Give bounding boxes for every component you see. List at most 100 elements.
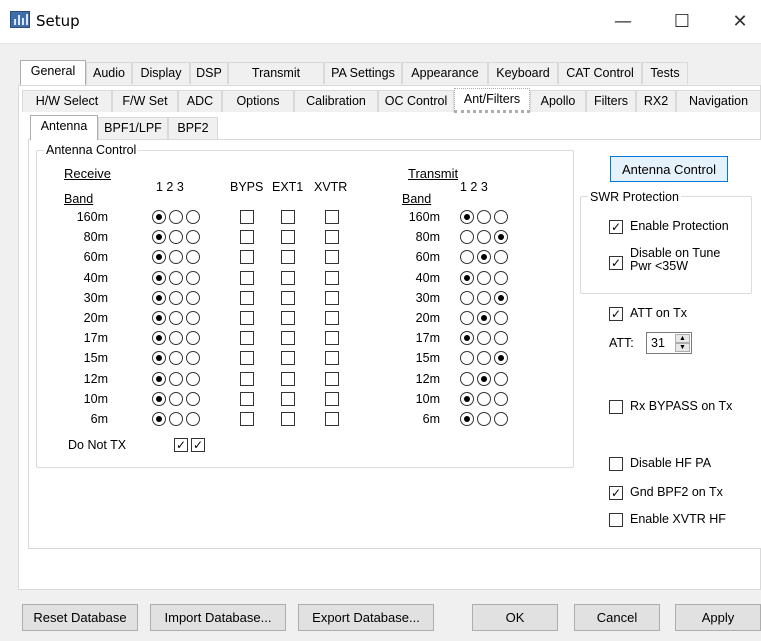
ext1-checkbox[interactable]	[281, 372, 295, 386]
ext1-checkbox[interactable]	[281, 210, 295, 224]
tx-antenna-3-radio[interactable]	[494, 271, 508, 285]
tx-antenna-1-radio[interactable]	[460, 250, 474, 264]
ext1-checkbox[interactable]	[281, 271, 295, 285]
ext1-checkbox[interactable]	[281, 291, 295, 305]
ext1-checkbox[interactable]	[281, 392, 295, 406]
rx-antenna-2-radio[interactable]	[169, 311, 183, 325]
tab-tests[interactable]: Tests	[642, 62, 688, 84]
xvtr-checkbox[interactable]	[325, 230, 339, 244]
rx-antenna-2-radio[interactable]	[169, 372, 183, 386]
rx-antenna-1-radio[interactable]	[152, 271, 166, 285]
xvtr-checkbox[interactable]	[325, 210, 339, 224]
tab-cat-control[interactable]: CAT Control	[558, 62, 642, 84]
import-database-button[interactable]: Import Database...	[150, 604, 286, 631]
rx-antenna-2-radio[interactable]	[169, 351, 183, 365]
tab-navigation[interactable]: Navigation	[676, 90, 761, 112]
tx-antenna-3-radio[interactable]	[494, 311, 508, 325]
enable-protection-checkbox[interactable]: ✓	[609, 220, 623, 234]
rx-antenna-3-radio[interactable]	[186, 230, 200, 244]
spin-down-icon[interactable]: ▼	[675, 343, 690, 352]
rx-antenna-1-radio[interactable]	[152, 230, 166, 244]
tx-antenna-3-radio[interactable]	[494, 351, 508, 365]
do-not-tx-checkbox-2[interactable]: ✓	[191, 438, 205, 452]
rx-antenna-1-radio[interactable]	[152, 412, 166, 426]
tx-antenna-2-radio[interactable]	[477, 230, 491, 244]
tx-antenna-3-radio[interactable]	[494, 392, 508, 406]
ext1-checkbox[interactable]	[281, 351, 295, 365]
xvtr-checkbox[interactable]	[325, 412, 339, 426]
byps-checkbox[interactable]	[240, 412, 254, 426]
tx-antenna-3-radio[interactable]	[494, 210, 508, 224]
rx-antenna-2-radio[interactable]	[169, 271, 183, 285]
rx-antenna-2-radio[interactable]	[169, 392, 183, 406]
rx-antenna-2-radio[interactable]	[169, 230, 183, 244]
tab-fw-set[interactable]: F/W Set	[112, 90, 178, 112]
rx-bypass-checkbox[interactable]	[609, 400, 623, 414]
byps-checkbox[interactable]	[240, 291, 254, 305]
tx-antenna-1-radio[interactable]	[460, 392, 474, 406]
enable-xvtr-hf-checkbox[interactable]	[609, 513, 623, 527]
tx-antenna-1-radio[interactable]	[460, 210, 474, 224]
byps-checkbox[interactable]	[240, 331, 254, 345]
rx-antenna-3-radio[interactable]	[186, 311, 200, 325]
tx-antenna-3-radio[interactable]	[494, 331, 508, 345]
tx-antenna-3-radio[interactable]	[494, 230, 508, 244]
tx-antenna-2-radio[interactable]	[477, 392, 491, 406]
tab-calibration[interactable]: Calibration	[294, 90, 378, 112]
xvtr-checkbox[interactable]	[325, 331, 339, 345]
tab-oc-control[interactable]: OC Control	[378, 90, 454, 112]
tx-antenna-2-radio[interactable]	[477, 372, 491, 386]
tab-adc[interactable]: ADC	[178, 90, 222, 112]
rx-antenna-2-radio[interactable]	[169, 250, 183, 264]
tab-display[interactable]: Display	[132, 62, 190, 84]
rx-antenna-3-radio[interactable]	[186, 210, 200, 224]
byps-checkbox[interactable]	[240, 372, 254, 386]
cancel-button[interactable]: Cancel	[574, 604, 660, 631]
tab-ant-filters[interactable]: Ant/Filters	[454, 88, 530, 113]
tx-antenna-1-radio[interactable]	[460, 291, 474, 305]
do-not-tx-checkbox-1[interactable]: ✓	[174, 438, 188, 452]
rx-antenna-3-radio[interactable]	[186, 271, 200, 285]
byps-checkbox[interactable]	[240, 230, 254, 244]
tab-apollo[interactable]: Apollo	[530, 90, 586, 112]
tab-keyboard[interactable]: Keyboard	[488, 62, 558, 84]
close-button[interactable]: ✕	[720, 8, 760, 36]
byps-checkbox[interactable]	[240, 311, 254, 325]
byps-checkbox[interactable]	[240, 351, 254, 365]
tab-filters[interactable]: Filters	[586, 90, 636, 112]
rx-antenna-2-radio[interactable]	[169, 210, 183, 224]
apply-button[interactable]: Apply	[675, 604, 761, 631]
byps-checkbox[interactable]	[240, 250, 254, 264]
tx-antenna-1-radio[interactable]	[460, 230, 474, 244]
tx-antenna-3-radio[interactable]	[494, 412, 508, 426]
ok-button[interactable]: OK	[472, 604, 558, 631]
rx-antenna-1-radio[interactable]	[152, 291, 166, 305]
xvtr-checkbox[interactable]	[325, 291, 339, 305]
tab-antenna[interactable]: Antenna	[30, 115, 98, 140]
rx-antenna-1-radio[interactable]	[152, 210, 166, 224]
xvtr-checkbox[interactable]	[325, 372, 339, 386]
tab-appearance[interactable]: Appearance	[402, 62, 488, 84]
ext1-checkbox[interactable]	[281, 250, 295, 264]
tab-pa-settings[interactable]: PA Settings	[324, 62, 402, 84]
ext1-checkbox[interactable]	[281, 230, 295, 244]
tx-antenna-2-radio[interactable]	[477, 271, 491, 285]
xvtr-checkbox[interactable]	[325, 351, 339, 365]
att-on-tx-checkbox[interactable]: ✓	[609, 307, 623, 321]
xvtr-checkbox[interactable]	[325, 250, 339, 264]
reset-database-button[interactable]: Reset Database	[22, 604, 138, 631]
maximize-button[interactable]: ☐	[662, 8, 702, 36]
tx-antenna-2-radio[interactable]	[477, 291, 491, 305]
rx-antenna-1-radio[interactable]	[152, 351, 166, 365]
tx-antenna-1-radio[interactable]	[460, 372, 474, 386]
rx-antenna-3-radio[interactable]	[186, 412, 200, 426]
rx-antenna-3-radio[interactable]	[186, 250, 200, 264]
rx-antenna-1-radio[interactable]	[152, 311, 166, 325]
tab-hw-select[interactable]: H/W Select	[22, 90, 112, 112]
tab-dsp[interactable]: DSP	[190, 62, 228, 84]
tx-antenna-1-radio[interactable]	[460, 271, 474, 285]
spin-up-icon[interactable]: ▲	[675, 334, 690, 343]
rx-antenna-2-radio[interactable]	[169, 291, 183, 305]
tab-general[interactable]: General	[20, 60, 86, 85]
rx-antenna-3-radio[interactable]	[186, 351, 200, 365]
